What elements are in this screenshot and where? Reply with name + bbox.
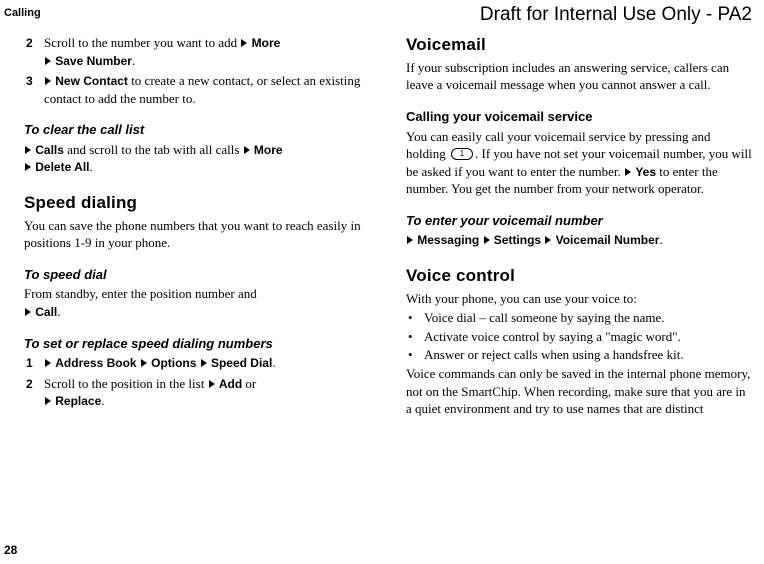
bullet-item: • Voice dial – call someone by saying th… (406, 309, 752, 327)
paragraph: Calls and scroll to the tab with all cal… (24, 141, 370, 176)
nav-arrow-icon (45, 77, 51, 85)
step-number: 2 (26, 376, 44, 410)
nav-save-number: Save Number (55, 54, 132, 68)
key-1-icon: 1 (451, 148, 473, 160)
nav-arrow-icon (25, 163, 31, 171)
left-column: 2 Scroll to the number you want to add M… (24, 34, 370, 536)
paragraph: If your subscription includes an answeri… (406, 59, 752, 94)
text: . (659, 232, 662, 247)
nav-settings: Settings (494, 233, 541, 247)
nav-arrow-icon (201, 359, 207, 367)
nav-arrow-icon (25, 308, 31, 316)
nav-arrow-icon (45, 57, 51, 65)
nav-arrow-icon (209, 380, 215, 388)
text: . (132, 53, 135, 68)
nav-calls: Calls (35, 143, 64, 157)
step-number: 2 (26, 35, 44, 69)
nav-arrow-icon (545, 236, 551, 244)
nav-arrow-icon (241, 39, 247, 47)
step-body: Scroll to the position in the list Add o… (44, 375, 370, 410)
step-body: New Contact to create a new contact, or … (44, 72, 370, 107)
text: . (90, 159, 93, 174)
step-2: 2 Scroll to the number you want to add M… (24, 34, 370, 69)
nav-arrow-icon (141, 359, 147, 367)
heading-calling-voicemail: Calling your voicemail service (406, 108, 752, 126)
nav-replace: Replace (55, 394, 101, 408)
step-3: 3 New Contact to create a new contact, o… (24, 72, 370, 107)
heading-clear-call-list: To clear the call list (24, 121, 370, 139)
heading-voicemail: Voicemail (406, 34, 752, 57)
nav-more: More (254, 143, 283, 157)
nav-arrow-icon (407, 236, 413, 244)
page-number: 28 (4, 542, 17, 558)
text: and scroll to the tab with all calls (64, 142, 243, 157)
bullet-item: • Answer or reject calls when using a ha… (406, 346, 752, 364)
step-2: 2 Scroll to the position in the list Add… (24, 375, 370, 410)
nav-arrow-icon (45, 359, 51, 367)
nav-yes: Yes (635, 165, 656, 179)
step-body: Scroll to the number you want to add Mor… (44, 34, 370, 69)
nav-arrow-icon (25, 146, 31, 154)
content-columns: 2 Scroll to the number you want to add M… (24, 34, 752, 536)
heading-voice-control: Voice control (406, 265, 752, 288)
text: Scroll to the number you want to add (44, 35, 240, 50)
heading-speed-dialing: Speed dialing (24, 192, 370, 215)
text: From standby, enter the position number … (24, 286, 257, 301)
nav-voicemail-number: Voicemail Number (556, 233, 660, 247)
nav-arrow-icon (45, 397, 51, 405)
nav-delete-all: Delete All (35, 160, 89, 174)
nav-address-book: Address Book (55, 356, 136, 370)
right-column: Voicemail If your subscription includes … (406, 34, 752, 536)
nav-arrow-icon (484, 236, 490, 244)
bullet-item: • Activate voice control by saying a "ma… (406, 328, 752, 346)
nav-arrow-icon (625, 168, 631, 176)
nav-call: Call (35, 305, 57, 319)
nav-arrow-icon (244, 146, 250, 154)
paragraph: From standby, enter the position number … (24, 285, 370, 320)
heading-enter-voicemail-number: To enter your voicemail number (406, 212, 752, 230)
bullet-marker: • (408, 328, 424, 346)
text: . (272, 355, 275, 370)
bullet-text: Activate voice control by saying a "magi… (424, 328, 752, 346)
nav-messaging: Messaging (417, 233, 479, 247)
nav-new-contact: New Contact (55, 74, 128, 88)
running-header-section: Calling (4, 6, 41, 21)
step-number: 3 (26, 73, 44, 107)
paragraph: You can easily call your voicemail servi… (406, 128, 752, 198)
heading-set-speed-dial: To set or replace speed dialing numbers (24, 335, 370, 353)
bullet-marker: • (408, 346, 424, 364)
paragraph: Messaging Settings Voicemail Number. (406, 231, 752, 249)
nav-speed-dial: Speed Dial (211, 356, 272, 370)
text: or (242, 376, 256, 391)
text: . (57, 304, 60, 319)
step-number: 1 (26, 355, 44, 372)
nav-add: Add (219, 377, 242, 391)
bullet-text: Answer or reject calls when using a hand… (424, 346, 752, 364)
nav-more: More (252, 36, 281, 50)
nav-options: Options (151, 356, 196, 370)
bullet-marker: • (408, 309, 424, 327)
text: . (101, 393, 104, 408)
step-body: Address Book Options Speed Dial. (44, 354, 370, 372)
paragraph: With your phone, you can use your voice … (406, 290, 752, 308)
paragraph: Voice commands can only be saved in the … (406, 365, 752, 418)
bullet-text: Voice dial – call someone by saying the … (424, 309, 752, 327)
draft-notice: Draft for Internal Use Only - PA2 (480, 2, 752, 28)
step-1: 1 Address Book Options Speed Dial. (24, 354, 370, 372)
heading-to-speed-dial: To speed dial (24, 266, 370, 284)
text: Scroll to the position in the list (44, 376, 208, 391)
paragraph: You can save the phone numbers that you … (24, 217, 370, 252)
